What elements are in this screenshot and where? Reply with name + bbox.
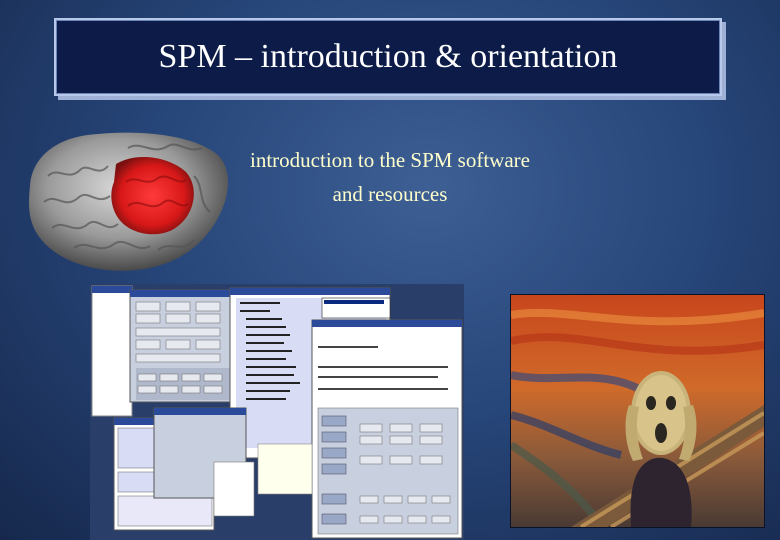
scream-painting-image [510, 294, 765, 528]
slide-title: SPM – introduction & orientation [158, 38, 618, 75]
subtitle-line-1: introduction to the SPM software [250, 148, 530, 172]
brain-render-image [29, 132, 229, 271]
slide-subtitle: introduction to the SPM software and res… [225, 143, 555, 211]
slide-title-box: SPM – introduction & orientation [54, 18, 722, 96]
subtitle-line-2: and resources [332, 182, 448, 206]
spm-windows-collage-image [90, 284, 464, 540]
